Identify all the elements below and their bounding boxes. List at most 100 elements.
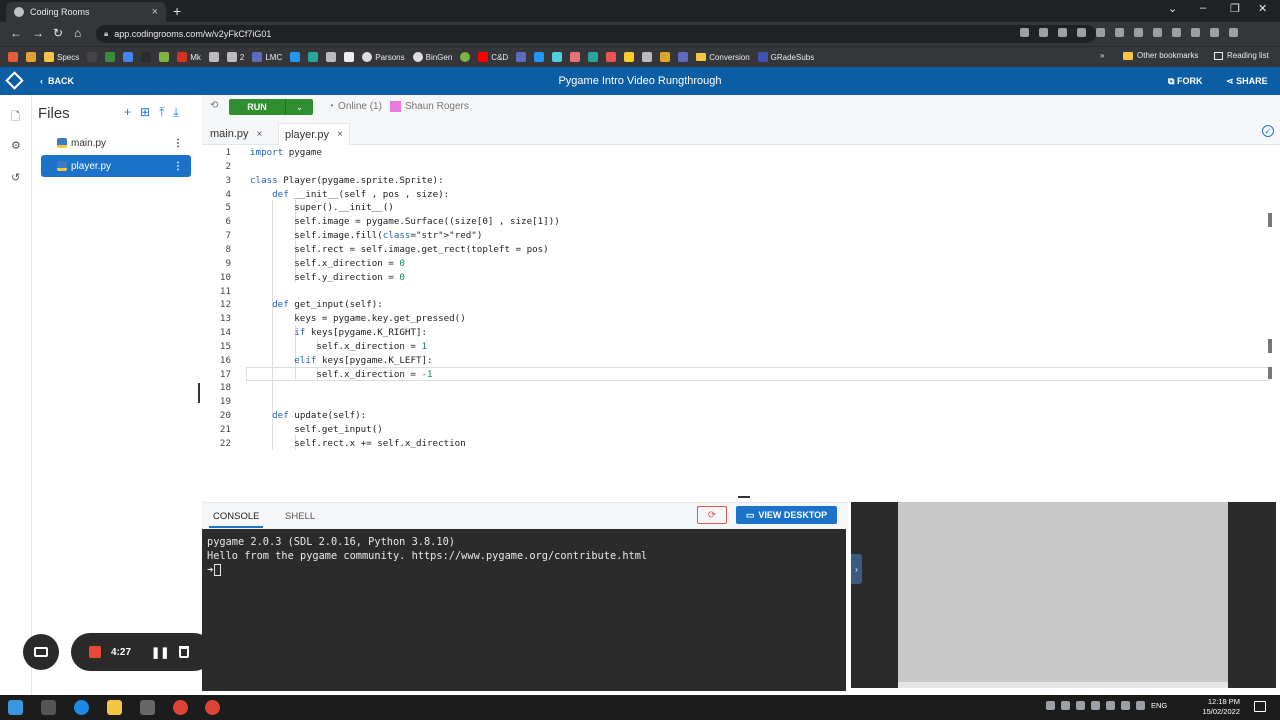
bookmark-icon-only[interactable] bbox=[570, 52, 581, 62]
bookmark-icon-only[interactable] bbox=[588, 52, 599, 62]
forward-arrow-icon[interactable]: → bbox=[32, 26, 44, 40]
more-options-icon[interactable]: ⋮ bbox=[173, 138, 183, 149]
onedrive-icon[interactable] bbox=[1106, 701, 1115, 710]
more-bookmarks-icon[interactable]: » bbox=[1100, 51, 1104, 60]
close-tab-icon[interactable]: × bbox=[152, 6, 158, 18]
view-desktop-button[interactable]: ▭ VIEW DESKTOP bbox=[736, 506, 837, 524]
store-icon[interactable] bbox=[140, 700, 155, 715]
tray-app-icon[interactable] bbox=[1091, 701, 1100, 710]
tray-app-icon[interactable] bbox=[1076, 701, 1085, 710]
desktop-screen[interactable] bbox=[898, 502, 1228, 682]
bookmark-icon-only[interactable] bbox=[290, 52, 301, 62]
task-view-icon[interactable] bbox=[41, 700, 56, 715]
upload-icon[interactable]: ⤒ bbox=[159, 105, 164, 120]
trash-icon[interactable] bbox=[179, 646, 190, 658]
bookmark-icon-only[interactable] bbox=[606, 52, 617, 62]
share-button[interactable]: ⋖ SHARE bbox=[1226, 76, 1268, 87]
notification-icon[interactable] bbox=[1254, 701, 1266, 712]
bookmark-icon-only[interactable] bbox=[141, 52, 152, 62]
pause-icon[interactable]: ❚❚ bbox=[151, 646, 169, 659]
tab-player-py[interactable]: player.py × bbox=[278, 123, 350, 145]
bookmark-cd[interactable]: C&D bbox=[478, 52, 508, 62]
bookmark-2[interactable]: 2 bbox=[226, 52, 244, 62]
gear-icon[interactable]: ⚙︎ bbox=[11, 139, 22, 152]
console-output[interactable]: pygame 2.0.3 (SDL 2.0.16, Python 3.8.10)… bbox=[202, 529, 846, 691]
console-prompt-line[interactable]: ➜ bbox=[207, 563, 846, 577]
home-icon[interactable]: ⌂ bbox=[74, 26, 81, 40]
download-icon[interactable]: ⤓ bbox=[173, 105, 178, 120]
debug-icon[interactable]: ⟲ bbox=[210, 100, 218, 111]
code-editor[interactable]: 1 import pygame 2 3 class Player(pygame.spri… bbox=[202, 145, 1280, 496]
file-icon[interactable]: 🗋︎ bbox=[11, 108, 22, 123]
bookmark-icon-only[interactable] bbox=[516, 52, 527, 62]
bookmark-icon-only[interactable] bbox=[8, 52, 18, 62]
close-tab-icon[interactable]: × bbox=[337, 129, 343, 140]
file-item-player-py[interactable]: player.py ⋮ bbox=[41, 155, 191, 177]
run-button[interactable]: RUN bbox=[229, 99, 285, 115]
bookmark-mk[interactable]: Mk bbox=[177, 52, 201, 62]
windows-start-icon[interactable] bbox=[8, 700, 23, 715]
volume-icon[interactable] bbox=[1136, 701, 1145, 710]
bookmark-conversion[interactable]: Conversion bbox=[696, 53, 750, 62]
collapse-panel-handle[interactable]: › bbox=[851, 554, 862, 584]
language-indicator[interactable]: ENG bbox=[1151, 701, 1167, 710]
bookmark-icon-only[interactable] bbox=[624, 52, 635, 62]
tab-main-py[interactable]: main.py × bbox=[204, 123, 268, 145]
file-item-main-py[interactable]: main.py ⋮ bbox=[41, 132, 191, 154]
stop-recording-icon[interactable] bbox=[89, 646, 101, 658]
fork-button[interactable]: ⧉ FORK bbox=[1168, 76, 1202, 87]
run-options-chevron-icon[interactable]: ⌄ bbox=[285, 99, 313, 115]
bookmark-gradesubs[interactable]: GRadeSubs bbox=[757, 52, 814, 62]
bookmark-icon-only[interactable] bbox=[552, 52, 563, 62]
bookmark-icon-only[interactable] bbox=[678, 52, 689, 62]
more-options-icon[interactable]: ⋮ bbox=[173, 161, 183, 172]
tab-console[interactable]: CONSOLE bbox=[209, 511, 264, 528]
edge-browser-icon[interactable] bbox=[74, 700, 89, 715]
tab-shell[interactable]: SHELL bbox=[285, 511, 315, 522]
camera-toggle-button[interactable] bbox=[23, 634, 59, 670]
extension-icon[interactable] bbox=[1096, 28, 1105, 37]
bookmark-icon-only[interactable] bbox=[534, 52, 545, 62]
extension-icon[interactable] bbox=[1134, 28, 1143, 37]
editor-scrollbar[interactable] bbox=[1266, 145, 1274, 496]
bookmark-parsons[interactable]: Parsons bbox=[362, 52, 405, 62]
bookmark-icon-only[interactable] bbox=[326, 52, 337, 62]
tab-search-chevron-icon[interactable]: ⌄ bbox=[1168, 2, 1177, 15]
back-arrow-icon[interactable]: ← bbox=[10, 26, 22, 40]
chrome-icon[interactable] bbox=[205, 700, 220, 715]
reload-icon[interactable]: ↻ bbox=[53, 26, 63, 40]
extension-icon[interactable] bbox=[1172, 28, 1181, 37]
restore-icon[interactable]: ❐ bbox=[1230, 2, 1240, 15]
camera-extension-icon[interactable] bbox=[1020, 28, 1029, 37]
chrome-tray-icon[interactable] bbox=[1061, 701, 1070, 710]
bookmark-icon-only[interactable] bbox=[26, 52, 36, 62]
restart-console-button[interactable]: ⟳ bbox=[697, 506, 727, 524]
bookmark-icon-only[interactable] bbox=[208, 52, 219, 62]
add-folder-icon[interactable]: ⊞ bbox=[140, 105, 150, 120]
history-icon[interactable]: ↺ bbox=[11, 171, 22, 184]
close-tab-icon[interactable]: × bbox=[257, 129, 263, 140]
bookmark-icon-only[interactable] bbox=[159, 52, 170, 62]
add-file-icon[interactable]: + bbox=[124, 105, 131, 120]
system-clock[interactable]: 12:18 PM 15/02/2022 bbox=[1198, 697, 1240, 717]
panel-resize-handle[interactable] bbox=[198, 383, 200, 403]
bookmark-icon-only[interactable] bbox=[308, 52, 319, 62]
bookmark-icon-only[interactable] bbox=[460, 52, 471, 62]
other-bookmarks[interactable]: Other bookmarks bbox=[1123, 51, 1198, 60]
bookmark-star-icon[interactable] bbox=[1077, 28, 1086, 37]
minimize-icon[interactable]: – bbox=[1200, 2, 1206, 14]
browser-menu-icon[interactable] bbox=[1229, 28, 1238, 37]
chrome-icon[interactable] bbox=[173, 700, 188, 715]
tray-chevron-icon[interactable] bbox=[1046, 701, 1055, 710]
extension-icon[interactable] bbox=[1153, 28, 1162, 37]
bookmark-specs[interactable]: Specs bbox=[44, 52, 79, 62]
bookmark-icon-only[interactable] bbox=[344, 52, 355, 62]
share-page-icon[interactable] bbox=[1058, 28, 1067, 37]
file-explorer-icon[interactable] bbox=[107, 700, 122, 715]
bookmark-icon-only[interactable] bbox=[642, 52, 653, 62]
split-resize-handle[interactable] bbox=[738, 496, 750, 498]
bookmark-icon-only[interactable] bbox=[105, 52, 116, 62]
drive-extension-icon[interactable] bbox=[1115, 28, 1124, 37]
zoom-icon[interactable] bbox=[1039, 28, 1048, 37]
puzzle-extensions-icon[interactable] bbox=[1191, 28, 1200, 37]
